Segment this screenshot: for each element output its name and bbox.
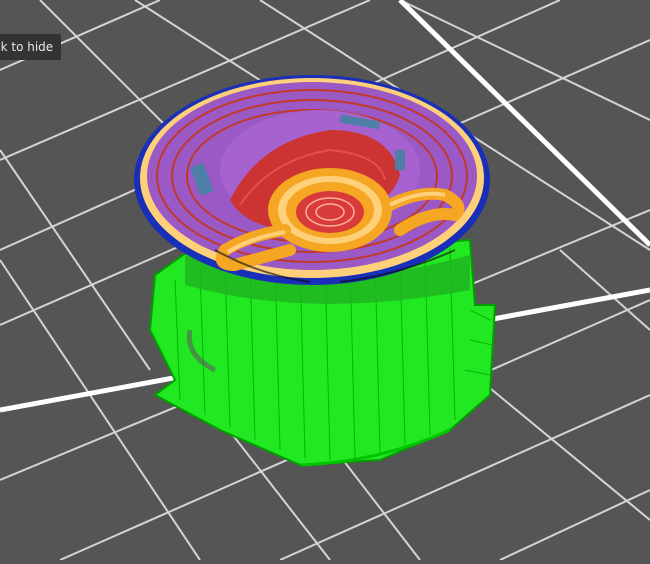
tooltip[interactable]: ck to hide xyxy=(0,34,62,60)
3d-viewport[interactable]: ck to hide xyxy=(0,0,650,561)
